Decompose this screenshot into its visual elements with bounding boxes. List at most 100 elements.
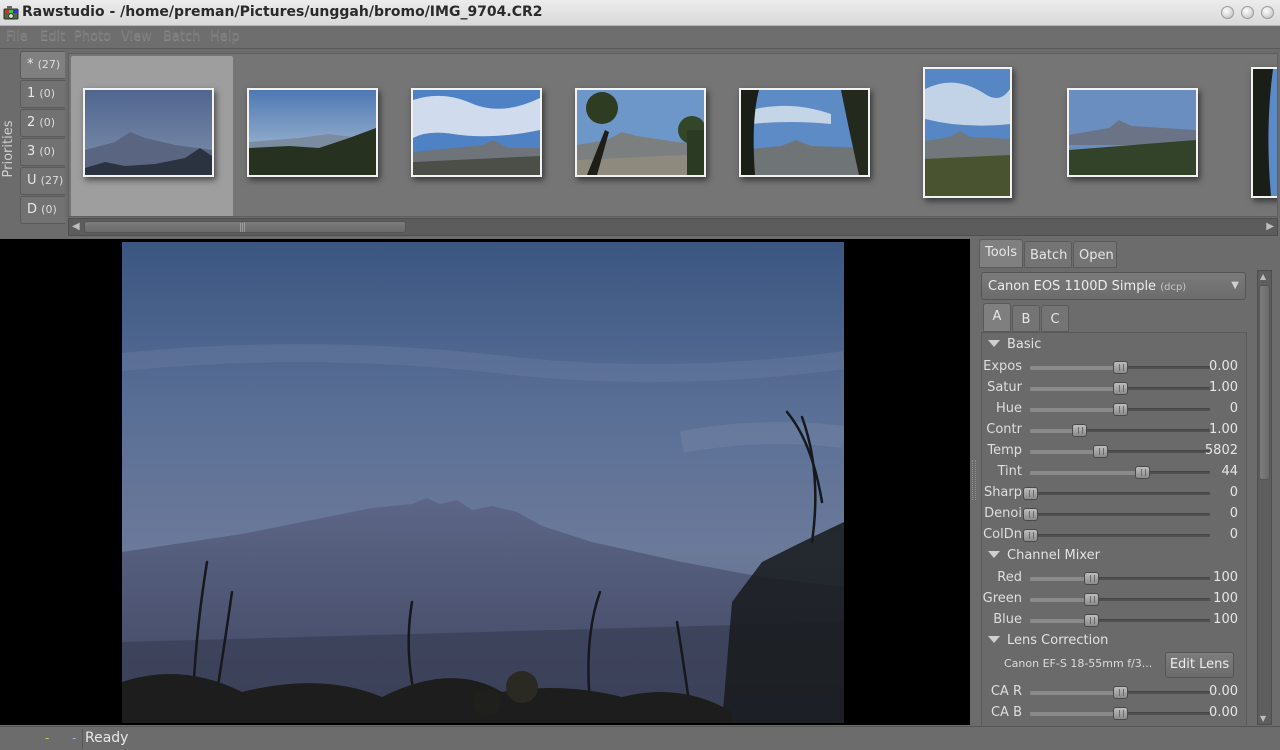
slider-value: 100 — [1213, 570, 1238, 585]
scroll-down-icon[interactable]: ▼ — [1260, 714, 1266, 723]
tab-snapshot-c[interactable]: C — [1041, 305, 1069, 332]
slider-green[interactable]: Green 100 — [982, 589, 1246, 610]
priority-tab-label: 2 — [27, 115, 36, 130]
slider-knob[interactable] — [1084, 614, 1100, 627]
slider-track[interactable] — [1030, 686, 1210, 699]
slider-track[interactable] — [1030, 707, 1210, 720]
slider-label: ColDn — [983, 527, 1022, 542]
menu-file[interactable]: File — [6, 29, 28, 44]
slider-saturation[interactable]: Satur 1.00 — [982, 378, 1246, 399]
slider-knob[interactable] — [1023, 487, 1038, 500]
slider-track[interactable] — [1030, 593, 1210, 606]
slider-knob[interactable] — [1113, 382, 1128, 395]
scroll-left-icon[interactable]: ◀ — [72, 221, 80, 232]
slider-track[interactable] — [1030, 614, 1210, 627]
window-title: Rawstudio - /home/preman/Pictures/unggah… — [22, 4, 543, 20]
slider-ca-blue[interactable]: CA B 0.00 — [982, 703, 1246, 724]
thumbnail[interactable] — [739, 88, 870, 177]
menu-view[interactable]: View — [121, 29, 152, 44]
slider-knob[interactable] — [1113, 361, 1128, 374]
slider-track[interactable] — [1023, 508, 1210, 521]
scrollbar-thumb[interactable]: ||| — [84, 221, 406, 233]
slider-value: 100 — [1213, 591, 1238, 606]
slider-label: Red — [997, 570, 1022, 585]
menu-help[interactable]: Help — [210, 29, 240, 44]
priority-tab-deleted[interactable]: D (0) — [20, 196, 65, 224]
maximize-button[interactable] — [1241, 6, 1254, 19]
tab-open[interactable]: Open — [1073, 241, 1117, 268]
thumbnail[interactable] — [247, 88, 378, 177]
slider-denoise[interactable]: Denoi 0 — [982, 504, 1246, 525]
slider-ca-red[interactable]: CA R 0.00 — [982, 682, 1246, 703]
tab-snapshot-b[interactable]: B — [1012, 305, 1040, 332]
close-button[interactable] — [1261, 6, 1274, 19]
slider-value: 100 — [1213, 612, 1238, 627]
slider-contrast[interactable]: Contr 1.00 — [982, 420, 1246, 441]
minimize-button[interactable] — [1221, 6, 1234, 19]
slider-knob[interactable] — [1071, 424, 1087, 437]
priority-tab-3[interactable]: 3 (0) — [20, 138, 65, 166]
slider-fill — [1030, 450, 1101, 454]
slider-track[interactable] — [1030, 572, 1210, 585]
color-profile-select[interactable]: Canon EOS 1100D Simple (dcp) ▼ — [981, 272, 1246, 300]
image-viewer[interactable] — [0, 239, 970, 725]
filmstrip-scrollbar[interactable]: ◀ ||| ▶ — [68, 218, 1278, 236]
slider-track[interactable] — [1023, 529, 1210, 542]
slider-sharpen[interactable]: Sharp 0 — [982, 483, 1246, 504]
scrollbar-thumb[interactable] — [1259, 285, 1270, 480]
slider-exposure[interactable]: Expos 0.00 — [982, 357, 1246, 378]
edit-lens-button[interactable]: Edit Lens — [1165, 652, 1234, 678]
section-lens-correction-header[interactable]: Lens Correction — [988, 633, 1108, 648]
tab-tools[interactable]: Tools — [979, 239, 1023, 268]
slider-knob[interactable] — [1023, 508, 1038, 521]
slider-knob[interactable] — [1084, 593, 1100, 606]
slider-red[interactable]: Red 100 — [982, 568, 1246, 589]
section-basic-header[interactable]: Basic — [988, 337, 1041, 352]
slider-color-denoise[interactable]: ColDn 0 — [982, 525, 1246, 546]
grip-icon: ||| — [239, 223, 246, 233]
slider-knob[interactable] — [1113, 707, 1128, 720]
pane-resize-handle[interactable] — [972, 460, 976, 500]
scroll-right-icon[interactable]: ▶ — [1266, 221, 1274, 232]
thumbnail[interactable] — [575, 88, 706, 177]
profile-name: Canon EOS 1100D Simple — [988, 279, 1157, 294]
thumbnail-image — [741, 90, 868, 175]
slider-track[interactable] — [1030, 424, 1210, 437]
slider-knob[interactable] — [1093, 445, 1109, 458]
priority-tab-unprioritized[interactable]: U (27) — [20, 167, 65, 195]
slider-knob[interactable] — [1023, 529, 1038, 542]
slider-track[interactable] — [1030, 466, 1210, 479]
priority-tab-1[interactable]: 1 (0) — [20, 80, 65, 108]
slider-knob[interactable] — [1134, 466, 1150, 479]
priority-tab-2[interactable]: 2 (0) — [20, 109, 65, 137]
expander-icon — [988, 340, 1000, 347]
thumbnail[interactable] — [411, 88, 542, 177]
slider-track[interactable] — [1030, 445, 1210, 458]
slider-value: 0 — [1229, 401, 1238, 416]
slider-track[interactable] — [1030, 361, 1210, 374]
thumbnail[interactable] — [923, 67, 1012, 198]
thumbnail[interactable] — [1251, 67, 1277, 198]
section-channel-mixer-header[interactable]: Channel Mixer — [988, 548, 1100, 563]
thumbnail[interactable] — [83, 88, 214, 177]
slider-knob[interactable] — [1113, 686, 1128, 699]
slider-tint[interactable]: Tint 44 — [982, 462, 1246, 483]
slider-temperature[interactable]: Temp 5802 — [982, 441, 1246, 462]
slider-track[interactable] — [1030, 382, 1210, 395]
slider-track[interactable] — [1030, 403, 1210, 416]
tab-batch[interactable]: Batch — [1024, 241, 1072, 268]
tools-scrollbar[interactable]: ▲ ▼ — [1257, 270, 1272, 725]
menu-photo[interactable]: Photo — [74, 29, 111, 44]
slider-blue[interactable]: Blue 100 — [982, 610, 1246, 631]
tab-snapshot-a[interactable]: A — [983, 303, 1011, 332]
scroll-up-icon[interactable]: ▲ — [1260, 272, 1266, 281]
menu-edit[interactable]: Edit — [40, 29, 65, 44]
slider-track[interactable] — [1023, 487, 1210, 500]
expander-icon — [988, 636, 1000, 643]
slider-hue[interactable]: Hue 0 — [982, 399, 1246, 420]
slider-knob[interactable] — [1113, 403, 1128, 416]
menu-batch[interactable]: Batch — [163, 29, 200, 44]
thumbnail[interactable] — [1067, 88, 1198, 177]
slider-knob[interactable] — [1084, 572, 1100, 585]
priority-tab-all[interactable]: * (27) — [20, 51, 65, 79]
